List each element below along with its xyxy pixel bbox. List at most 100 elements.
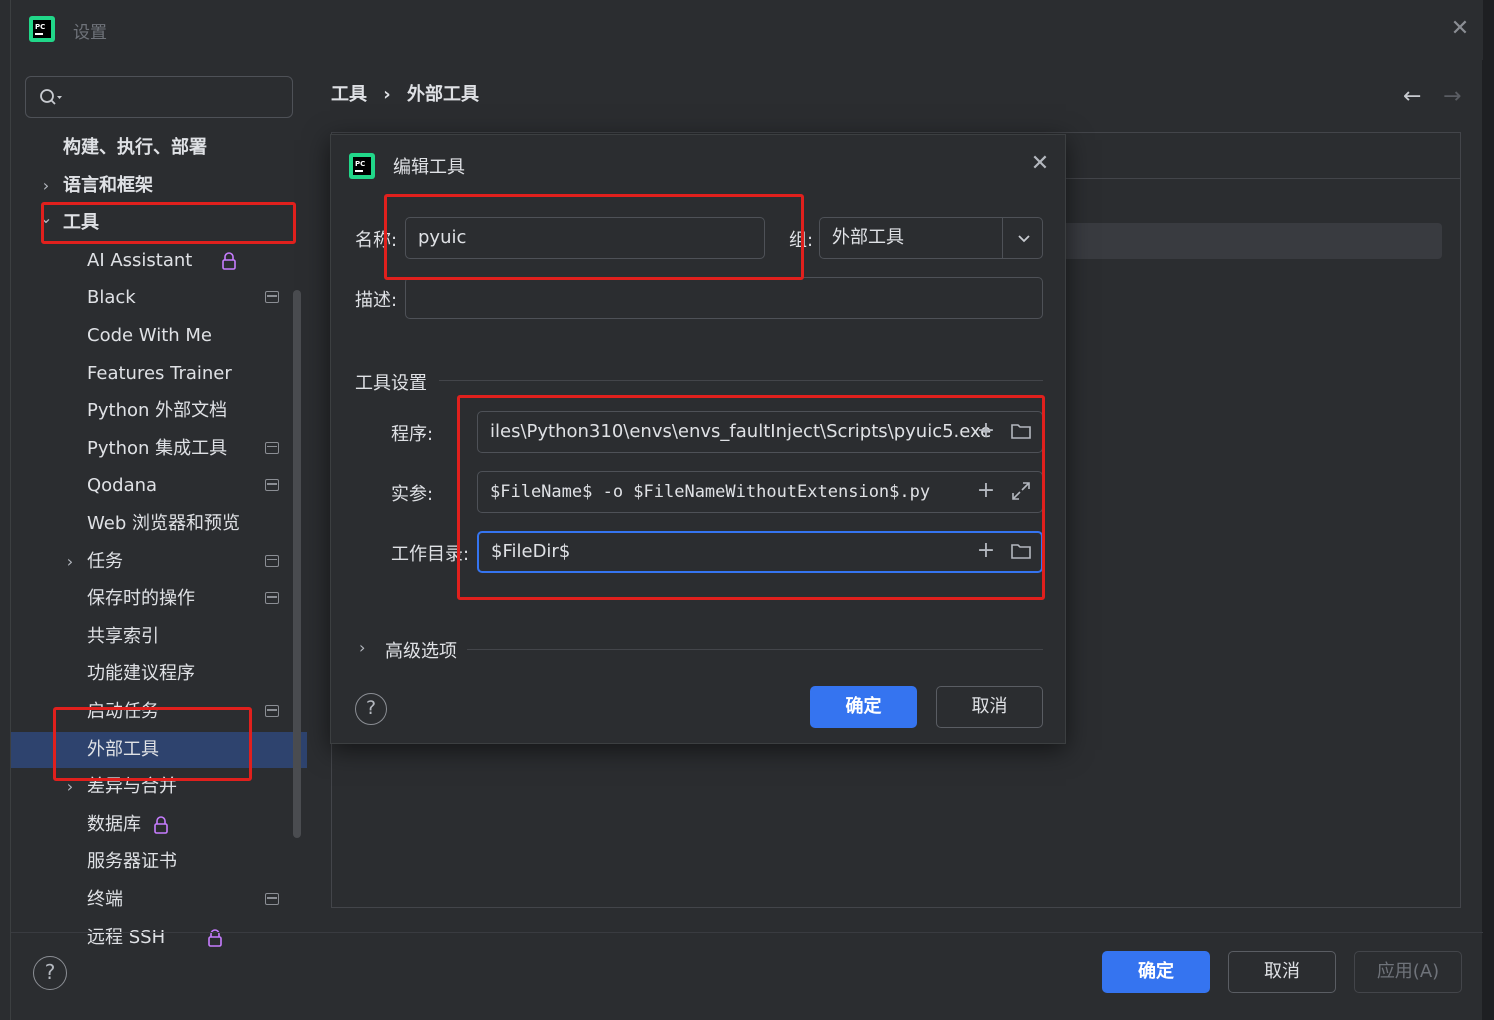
advanced-separator xyxy=(467,649,1043,650)
sidebar-item[interactable]: Python 外部文档 xyxy=(11,393,307,429)
plus-icon[interactable]: + xyxy=(975,480,997,502)
sidebar-item[interactable]: 保存时的操作 xyxy=(11,581,307,617)
chevron-right-icon[interactable]: › xyxy=(63,769,77,805)
apply-button[interactable]: 应用(A) xyxy=(1354,951,1462,993)
sidebar-item[interactable]: 功能建议程序 xyxy=(11,656,307,692)
svg-text:PC: PC xyxy=(355,160,365,168)
sidebar-item[interactable]: 服务器证书 xyxy=(11,844,307,880)
sidebar-item-label: 数据库 xyxy=(87,813,141,835)
sidebar-item[interactable]: 数据库 xyxy=(11,807,307,843)
dialog-cancel-button[interactable]: 取消 xyxy=(936,686,1043,728)
arrow-right-icon: → xyxy=(1443,84,1462,109)
tool-settings-heading: 工具设置 xyxy=(355,373,427,394)
module-icon xyxy=(265,705,279,717)
description-label: 描述: xyxy=(355,290,398,311)
close-icon[interactable]: ✕ xyxy=(1027,151,1053,177)
pycharm-logo-icon: PC xyxy=(29,16,55,42)
working-dir-value: $FileDir$ xyxy=(491,541,571,562)
sidebar-item[interactable]: Web 浏览器和预览 xyxy=(11,506,307,542)
group-select-value: 外部工具 xyxy=(832,227,904,248)
sidebar-item-label: 工具 xyxy=(63,212,99,234)
dialog-ok-button[interactable]: 确定 xyxy=(810,686,917,728)
chevron-right-icon[interactable]: › xyxy=(63,544,77,580)
close-window-button[interactable]: ✕ xyxy=(1447,16,1473,42)
module-icon xyxy=(265,554,279,567)
dialog-help-button[interactable]: ? xyxy=(355,693,387,725)
sidebar-item-label: Features Trainer xyxy=(87,362,232,384)
sidebar-item[interactable]: 终端 xyxy=(11,882,307,918)
sidebar-item[interactable]: AI Assistant xyxy=(11,243,307,279)
sidebar-item-label: 共享索引 xyxy=(87,625,159,647)
sidebar-item[interactable]: Black xyxy=(11,280,307,316)
ok-button[interactable]: 确定 xyxy=(1102,951,1210,993)
plus-icon[interactable]: + xyxy=(975,540,997,562)
sidebar-item-label: AI Assistant xyxy=(87,249,193,271)
sidebar-item-label: 服务器证书 xyxy=(87,851,177,873)
folder-icon[interactable] xyxy=(1010,421,1032,441)
sidebar-item[interactable]: 启动任务 xyxy=(11,694,307,730)
sidebar-item[interactable]: 构建、执行、部署 xyxy=(11,130,307,166)
sidebar-item-label: 终端 xyxy=(87,889,123,910)
module-icon xyxy=(265,479,279,492)
help-button[interactable]: ? xyxy=(33,956,67,990)
expand-icon[interactable] xyxy=(1010,480,1032,502)
module-icon xyxy=(265,592,279,605)
edit-tool-dialog: PC 编辑工具 ✕ 名称: pyuic 组: 外部工具 描述: 工具设置 程序:… xyxy=(330,134,1066,744)
module-icon xyxy=(265,291,279,304)
sidebar-scrollbar[interactable] xyxy=(293,290,301,838)
program-value: iles\Python310\envs\envs_faultInject\Scr… xyxy=(490,421,992,442)
name-label: 名称: xyxy=(355,230,398,251)
group-select[interactable]: 外部工具 xyxy=(819,217,1043,259)
breadcrumb-item-tools[interactable]: 工具 xyxy=(331,84,367,105)
plus-icon[interactable]: + xyxy=(975,420,997,442)
name-input[interactable]: pyuic xyxy=(405,217,765,259)
sidebar-item[interactable]: Python 集成工具 xyxy=(11,431,307,467)
footer-divider xyxy=(11,932,1483,933)
sidebar-item[interactable]: Qodana xyxy=(11,468,307,504)
sidebar-item[interactable]: › 语言和框架 xyxy=(11,168,307,204)
breadcrumb-item-external-tools: 外部工具 xyxy=(406,84,479,105)
sidebar-item-label: 构建、执行、部署 xyxy=(63,137,207,158)
settings-search-input[interactable] xyxy=(25,76,293,118)
sidebar-item[interactable]: › 任务 xyxy=(11,544,307,580)
sidebar-item[interactable]: Code With Me xyxy=(11,318,307,354)
group-select-divider xyxy=(1002,218,1003,258)
sidebar-item[interactable]: 外部工具 xyxy=(11,731,307,768)
sidebar-item-label: Code With Me xyxy=(87,325,212,346)
module-icon xyxy=(265,893,279,905)
arguments-value: $FileName$ -o $FileNameWithoutExtension$… xyxy=(490,482,931,502)
sidebar-item-label: Python 集成工具 xyxy=(87,437,228,459)
dialog-title: 编辑工具 xyxy=(393,157,465,178)
chevron-down-icon[interactable]: ⌄ xyxy=(39,200,53,236)
program-input[interactable]: iles\Python310\envs\envs_faultInject\Scr… xyxy=(477,411,1043,453)
sidebar-item-label: 启动任务 xyxy=(87,701,159,722)
sidebar-item-label: 任务 xyxy=(87,550,123,572)
arrow-left-icon[interactable]: ← xyxy=(1403,84,1421,109)
sidebar-item[interactable]: 共享索引 xyxy=(11,619,307,655)
breadcrumb: 工具 › 外部工具 xyxy=(331,80,489,106)
arguments-input[interactable]: $FileName$ -o $FileNameWithoutExtension$… xyxy=(477,471,1043,513)
sidebar-item[interactable]: Features Trainer xyxy=(11,356,307,392)
sidebar-item-label: 语言和框架 xyxy=(63,174,153,196)
lock-icon xyxy=(222,252,237,270)
group-label: 组: xyxy=(789,230,814,251)
svg-text:PC: PC xyxy=(35,23,45,31)
description-input[interactable] xyxy=(405,277,1043,319)
module-icon xyxy=(265,441,279,454)
chevron-right-icon[interactable]: › xyxy=(359,638,365,657)
external-tools-row[interactable] xyxy=(1052,223,1442,259)
sidebar-item-label: Black xyxy=(87,287,136,309)
search-icon xyxy=(40,89,62,105)
sidebar-item-label: 外部工具 xyxy=(87,738,159,760)
folder-icon[interactable] xyxy=(1010,541,1032,561)
sidebar-item-label: 功能建议程序 xyxy=(87,663,195,685)
working-dir-input[interactable]: $FileDir$ xyxy=(477,531,1043,573)
sidebar-item[interactable]: ⌄ 工具 xyxy=(11,205,307,241)
program-label: 程序: xyxy=(391,424,434,445)
working-dir-label: 工作目录: xyxy=(391,544,470,565)
sidebar-item[interactable]: › 差异与合并 xyxy=(11,769,307,805)
chevron-right-icon[interactable]: › xyxy=(39,168,53,204)
sidebar-item[interactable]: 远程 SSH xyxy=(11,920,307,956)
advanced-options-toggle[interactable]: 高级选项 xyxy=(385,637,457,663)
cancel-button[interactable]: 取消 xyxy=(1228,951,1336,993)
